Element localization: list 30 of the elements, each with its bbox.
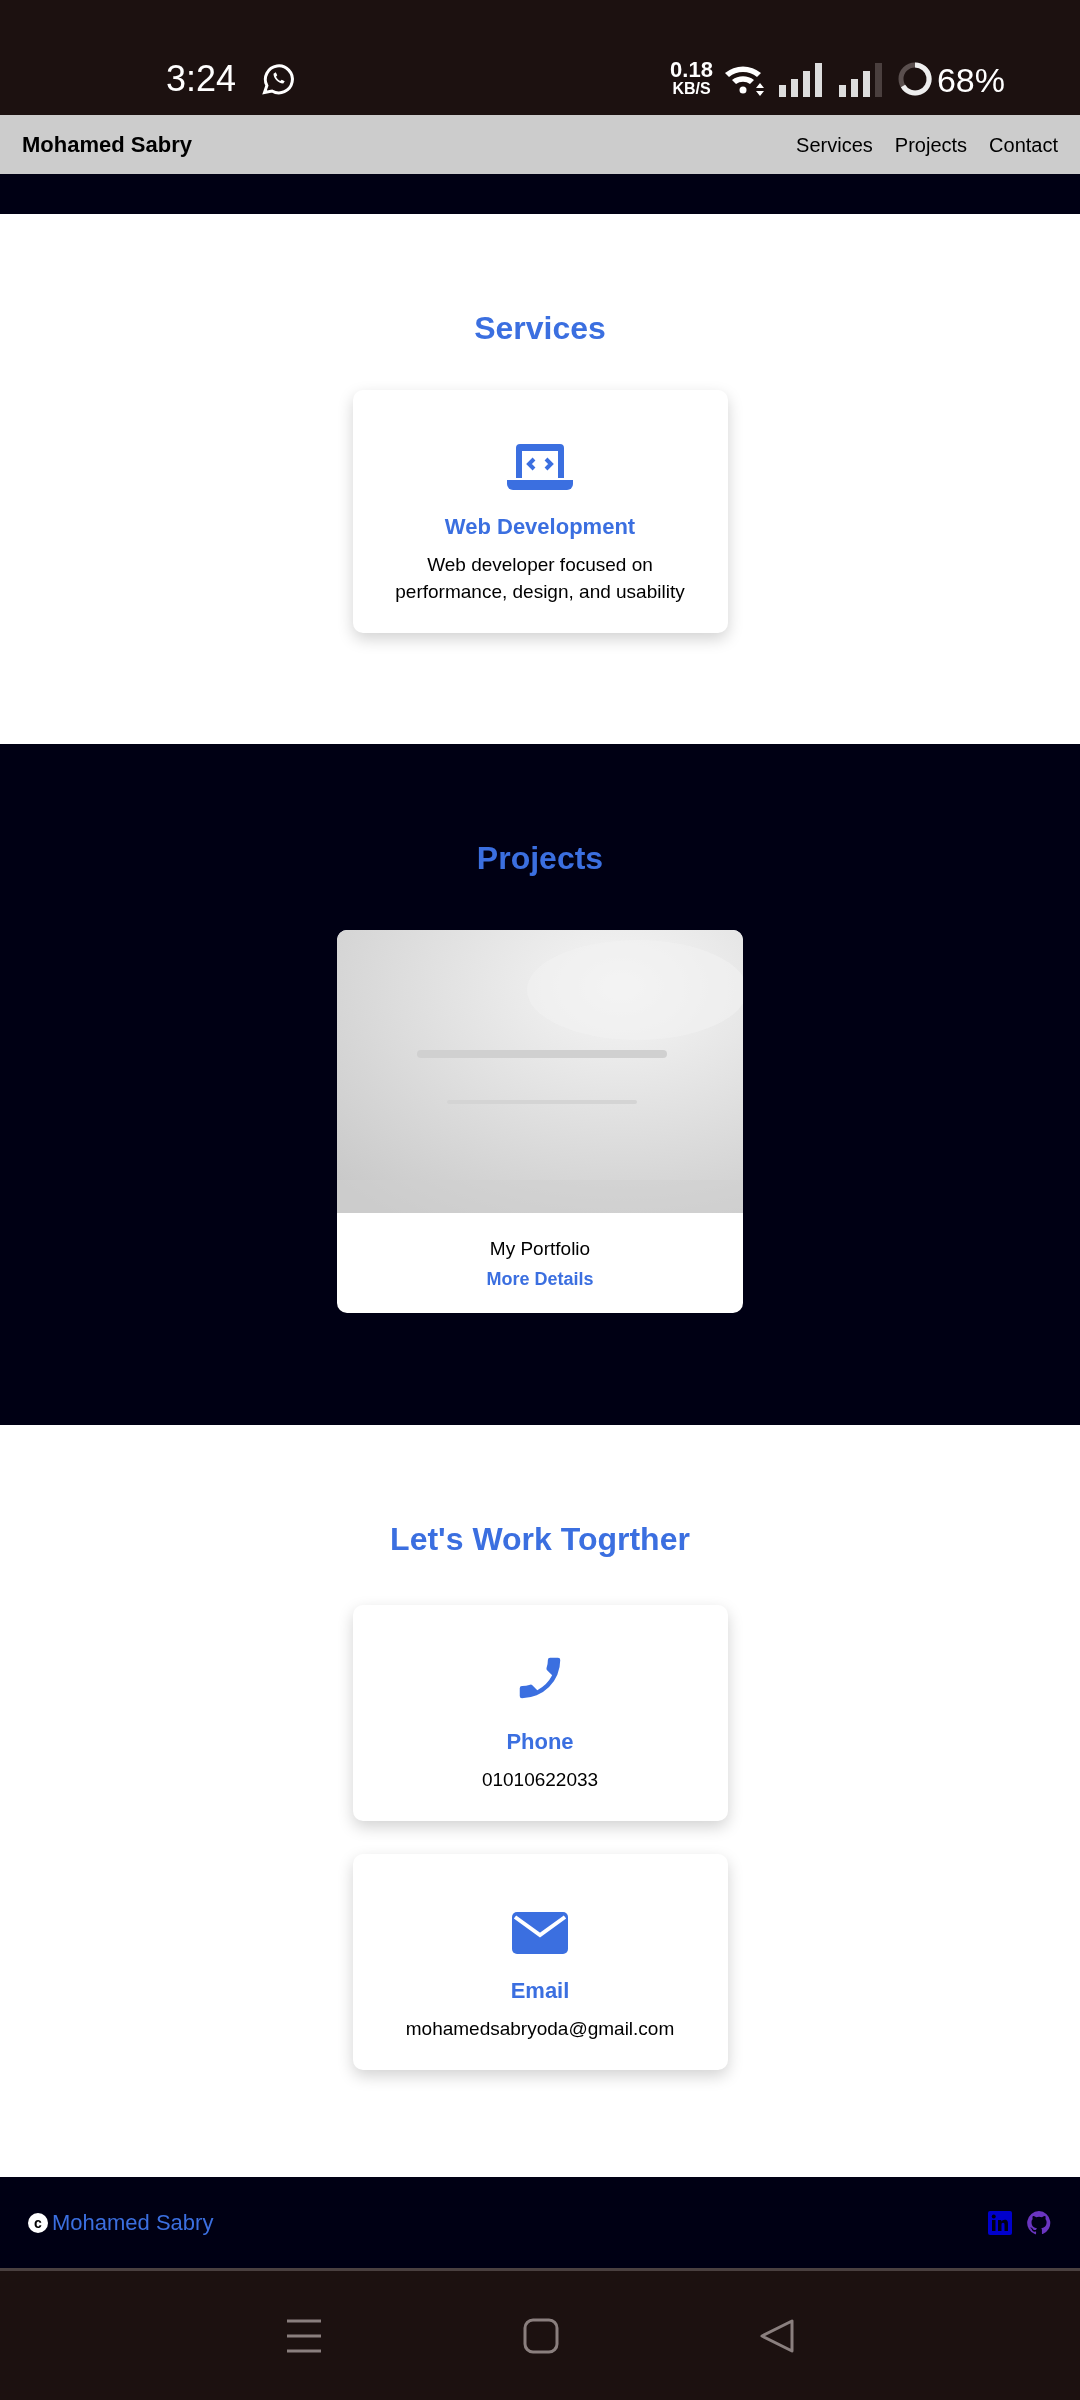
network-speed: 0.18 <box>670 59 713 81</box>
envelope-icon <box>512 1912 568 1954</box>
brand-name: Mohamed Sabry <box>22 131 192 159</box>
footer-name: Mohamed Sabry <box>52 2209 214 2237</box>
nav-link[interactable]: Services <box>796 129 873 160</box>
back-icon[interactable] <box>759 2317 795 2354</box>
signal-icon <box>838 63 885 97</box>
project-title: My Portfolio <box>489 1237 591 1261</box>
section-title: Let's Work Togrther <box>390 1520 690 1559</box>
network-unit: KB/S <box>672 81 711 97</box>
details-link[interactable]: More Details <box>486 1265 594 1293</box>
contact-value: 01010622033 <box>481 1768 599 1792</box>
section-title: Projects <box>476 839 604 878</box>
laptop-code-icon <box>507 442 573 490</box>
battery-percent: 68% <box>936 63 1005 97</box>
nav-link[interactable]: Contact <box>989 129 1058 160</box>
nav-link[interactable]: Projects <box>894 129 968 160</box>
section-title: Services <box>474 309 606 348</box>
service-title: Web Development <box>444 513 636 541</box>
signal-icon <box>778 63 825 97</box>
clock-time: 3:24 <box>166 61 237 97</box>
contact-title: Email <box>510 1977 570 2005</box>
chat-bubble-icon <box>260 61 297 97</box>
service-description: Web developer focused on performance, design, and usability <box>394 553 686 604</box>
battery-icon <box>896 61 933 97</box>
copyright-icon: c <box>28 2212 48 2233</box>
home-icon[interactable] <box>523 2317 559 2354</box>
github-icon[interactable] <box>1026 2209 1052 2236</box>
contact-title: Phone <box>506 1728 574 1756</box>
contact-value: mohamedsabryoda@gmail.com <box>405 2017 675 2041</box>
